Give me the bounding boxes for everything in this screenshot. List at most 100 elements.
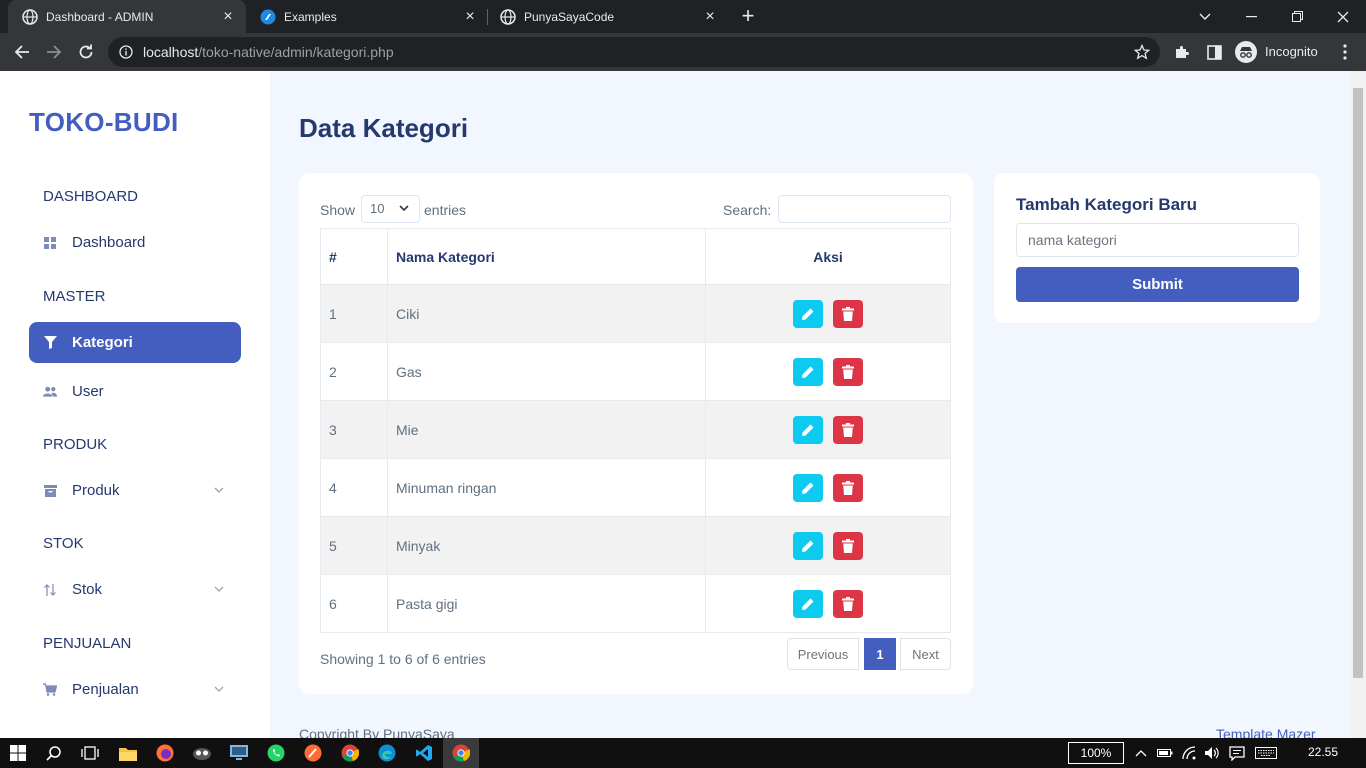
back-button[interactable] (10, 40, 34, 64)
close-tab-icon[interactable]: × (462, 8, 478, 25)
close-tab-icon[interactable]: × (220, 8, 236, 25)
tray-network[interactable] (1182, 745, 1198, 761)
keyboard-icon (1255, 747, 1277, 759)
globe-icon (500, 8, 516, 25)
taskbar-chrome[interactable] (332, 738, 368, 768)
address-bar[interactable]: localhost/toko-native/admin/kategori.php (108, 37, 1160, 67)
start-button[interactable] (0, 738, 36, 768)
taskbar-vscode[interactable] (406, 738, 442, 768)
sidebar-item-dashboard[interactable]: Dashboard (29, 222, 241, 263)
extensions-button[interactable] (1170, 40, 1194, 64)
sidebar-item-label: Kategori (72, 334, 133, 351)
edit-button[interactable] (793, 415, 824, 444)
taskbar-firefox[interactable] (147, 738, 183, 768)
forward-button[interactable] (42, 40, 66, 64)
sidebar-section-master: MASTER (43, 288, 106, 305)
taskbar-whatsapp[interactable] (258, 738, 294, 768)
side-panel-button[interactable] (1202, 40, 1226, 64)
table-search-input[interactable] (778, 195, 951, 223)
column-header-nama-kategori[interactable]: Nama Kategori (387, 228, 706, 285)
trash-icon (841, 596, 854, 611)
close-window-button[interactable] (1320, 0, 1366, 33)
delete-button[interactable] (832, 531, 863, 560)
tray-notifications[interactable] (1229, 745, 1245, 761)
info-icon[interactable] (119, 45, 133, 59)
edit-button[interactable] (793, 473, 824, 502)
tab-title: Dashboard - ADMIN (46, 9, 154, 24)
taskbar-file-explorer[interactable] (110, 738, 146, 768)
restore-button[interactable] (1274, 0, 1320, 33)
entries-label: entries (424, 202, 467, 218)
zoom-indicator[interactable]: 100% (1068, 742, 1124, 764)
sidebar-item-label: Penjualan (72, 681, 139, 698)
entries-select[interactable]: 10 (361, 195, 420, 223)
column-header-aksi[interactable]: Aksi (705, 228, 951, 285)
sidebar-section-stok: STOK (43, 535, 84, 552)
minimize-icon (1245, 15, 1257, 17)
task-view-button[interactable] (72, 738, 108, 768)
people-icon (43, 385, 57, 399)
tray-keyboard[interactable] (1254, 745, 1278, 761)
tray-volume[interactable] (1204, 745, 1220, 761)
nama-kategori-input[interactable] (1016, 223, 1299, 257)
column-header-number[interactable]: # (320, 228, 388, 285)
tab-dashboard-admin[interactable]: Dashboard - ADMIN × (8, 0, 246, 33)
edit-button[interactable] (793, 531, 824, 560)
taskbar-clock[interactable]: 22.55 (1308, 745, 1338, 759)
pagination-previous[interactable]: Previous (787, 638, 859, 670)
pencil-icon (802, 540, 814, 552)
scrollbar-thumb[interactable] (1353, 88, 1363, 678)
brand-logo[interactable]: TOKO-BUDI (29, 107, 179, 138)
tab-search-button[interactable] (1182, 0, 1228, 33)
sidebar-item-label: Produk (72, 482, 120, 499)
chevron-up-icon (1135, 750, 1147, 757)
delete-button[interactable] (832, 299, 863, 328)
pagination-next[interactable]: Next (900, 638, 951, 670)
footer-template-link[interactable]: Template Mazer (1216, 726, 1316, 738)
taskbar-search-button[interactable] (36, 738, 72, 768)
minimize-button[interactable] (1228, 0, 1274, 33)
tab-examples[interactable]: Examples × (246, 0, 488, 33)
taskbar-postman[interactable] (295, 738, 331, 768)
delete-button[interactable] (832, 589, 863, 618)
edit-button[interactable] (793, 357, 824, 386)
taskbar-chrome-incognito[interactable] (443, 738, 479, 768)
table-row: 3 Mie (320, 400, 951, 459)
reload-button[interactable] (74, 40, 98, 64)
taskbar-app-remote[interactable] (221, 738, 257, 768)
url-text[interactable]: localhost/toko-native/admin/kategori.php (143, 44, 394, 60)
incognito-button[interactable] (1234, 40, 1258, 64)
delete-button[interactable] (832, 473, 863, 502)
incognito-icon (1235, 41, 1257, 63)
tray-battery[interactable] (1157, 745, 1173, 761)
browser-menu-button[interactable] (1333, 40, 1357, 64)
close-tab-icon[interactable]: × (702, 8, 718, 25)
chrome-icon (341, 744, 359, 762)
speaker-icon (1205, 747, 1219, 759)
tray-overflow-button[interactable] (1133, 745, 1149, 761)
page-title: Data Kategori (299, 113, 469, 143)
sidebar-item-produk[interactable]: Produk (29, 470, 241, 511)
taskbar-edge[interactable] (369, 738, 405, 768)
sidebar-item-penjualan[interactable]: Penjualan (29, 669, 241, 710)
new-tab-button[interactable]: + (736, 5, 760, 29)
delete-button[interactable] (832, 415, 863, 444)
reload-icon (79, 44, 93, 59)
submit-button[interactable]: Submit (1016, 267, 1299, 302)
sidebar-item-stok[interactable]: Stok (29, 569, 241, 610)
table-row: 5 Minyak (320, 516, 951, 575)
footer-copyright: Copyright By PunyaSaya (299, 726, 455, 738)
star-icon[interactable] (1134, 44, 1150, 60)
taskbar-app-owl[interactable] (184, 738, 220, 768)
sidebar-item-user[interactable]: User (29, 371, 241, 412)
pagination-page-1[interactable]: 1 (864, 638, 896, 670)
delete-button[interactable] (832, 357, 863, 386)
edit-button[interactable] (793, 299, 824, 328)
edit-button[interactable] (793, 589, 824, 618)
puzzle-icon (1176, 46, 1189, 58)
sidebar-item-kategori[interactable]: Kategori (29, 322, 241, 363)
url-host: localhost (143, 44, 199, 60)
grid-icon (43, 236, 57, 250)
tab-punyasayacode[interactable]: PunyaSayaCode × (486, 0, 728, 33)
folder-icon (119, 747, 137, 761)
